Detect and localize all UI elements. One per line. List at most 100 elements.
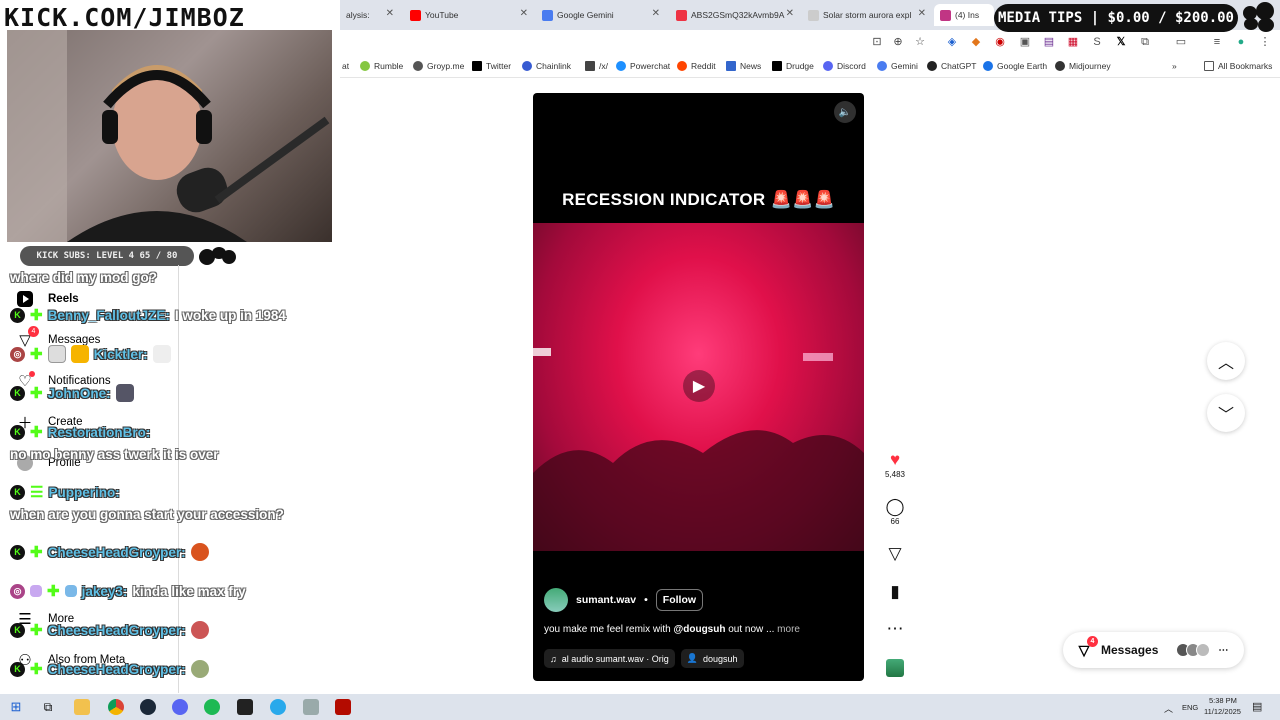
close-tab-icon[interactable]: ✕ [520,8,528,19]
extension-icon[interactable]: ◉ [993,35,1007,49]
bookmark-rumble[interactable]: Rumble [360,61,403,71]
extension-icon[interactable]: ▤ [1042,35,1056,49]
bookmark-chatgpt[interactable]: ChatGPT [927,61,976,71]
bookmark-google-earth[interactable]: Google Earth [983,61,1047,71]
next-reel-button[interactable]: ﹀ [1207,394,1245,432]
save-button[interactable]: ▮ [880,582,910,602]
sub-gem-icon: ✚ [30,424,43,441]
puzzle-icon[interactable]: ⧉ [1138,35,1152,49]
close-tab-icon[interactable]: ✕ [786,8,794,19]
previous-reel-button[interactable]: ︿ [1207,342,1245,380]
bookmark-powerchat[interactable]: Powerchat [616,61,670,71]
bookmark-icon: ▮ [890,582,900,601]
bookmark-chainlink[interactable]: Chainlink [522,61,571,71]
steam-icon[interactable] [140,699,156,715]
avatar[interactable] [544,588,568,612]
file-explorer-icon[interactable] [74,699,90,715]
close-tab-icon[interactable]: ✕ [918,8,926,19]
ellipsis-icon: ⋯ [886,619,904,638]
close-tab-icon[interactable]: ✕ [652,8,660,19]
tab-instagram[interactable]: (4) Ins [934,4,994,26]
like-button[interactable]: ♥ 5,483 [880,450,910,479]
reel-player[interactable]: 🔈 RECESSION INDICATOR 🚨🚨🚨 ▶ sumant.wav •… [533,93,864,681]
profile-icon[interactable]: ● [1234,35,1248,49]
tab-gemini[interactable]: Google Gemini ✕ [536,4,666,26]
boat-icon [1055,61,1065,71]
notifications-icon[interactable]: ▤ [1252,700,1262,713]
emote-icon [115,384,134,402]
comment-count: 66 [890,517,900,526]
extension-icon[interactable]: ▣ [1018,35,1032,49]
telegram-icon[interactable] [270,699,286,715]
ellipsis-icon[interactable]: ⋯ [1218,645,1228,656]
extension-icon[interactable]: S [1090,35,1104,49]
volume-icon[interactable]: 🔈 [834,101,856,123]
kebab-menu-icon[interactable]: ⋮ [1258,35,1272,49]
chat-message: K ☰ Pupperino: [10,483,120,501]
frog-icon [413,61,423,71]
all-bookmarks[interactable]: All Bookmarks [1204,61,1272,71]
more-link[interactable]: more [777,624,800,635]
close-tab-icon[interactable]: ✕ [386,8,394,19]
bookmark-drudge[interactable]: Drudge [772,61,814,71]
bookmark-1[interactable]: at [342,61,349,71]
bookmark-midjourney[interactable]: Midjourney [1055,61,1111,71]
clock-time[interactable]: 5:38 PM [1209,696,1237,705]
chrome-icon[interactable] [108,699,124,715]
chevron-down-icon: ﹀ [1217,407,1234,424]
more-options-button[interactable]: ⋯ [880,619,910,639]
send-icon: ▽ [888,544,902,563]
terminal-icon[interactable] [237,699,253,715]
tab-abs[interactable]: ABS2GSmQ32kAvmb9A ✕ [670,4,800,26]
tab-solar-storm[interactable]: Solar storm aurora expl ✕ [802,4,932,26]
bookmark-gemini[interactable]: Gemini [877,61,918,71]
bookmarks-overflow-icon[interactable]: » [1172,61,1177,71]
bookmark-news[interactable]: News [726,61,761,71]
bookmark-x[interactable]: /x/ [585,61,608,71]
reddit-icon [677,61,687,71]
mention-link[interactable]: @dougsuh [674,624,726,635]
discord-icon[interactable] [172,699,188,715]
tray-chevron-icon[interactable]: ︿ [1164,702,1173,715]
avatar [1196,643,1211,657]
spotify-icon[interactable] [204,699,220,715]
comment-button[interactable]: ◯ 66 [880,497,910,526]
clock-date[interactable]: 11/12/2025 [1204,707,1241,716]
tab-youtube[interactable]: YouTube ✕ [404,4,534,26]
bookmark-groyp[interactable]: Groyp.me [413,61,464,71]
tab-1[interactable]: alysis: ✕ [340,4,400,26]
heart-filled-icon: ♥ [889,450,901,469]
play-icon[interactable]: ▶ [683,370,715,402]
bookmark-reddit[interactable]: Reddit [677,61,716,71]
audio-thumbnail[interactable] [880,659,910,679]
language-indicator[interactable]: ENG [1182,703,1198,712]
follow-button[interactable]: Follow [655,589,704,611]
x-icon[interactable]: 𝕏 [1114,35,1128,49]
menu-icon[interactable]: ≡ [1210,35,1224,49]
metamask-icon[interactable]: ◆ [969,35,983,49]
star-icon[interactable]: ☆ [913,35,927,49]
reel-caption: you make me feel remix with @dougsuh out… [544,624,800,635]
zoom-icon[interactable]: ⊕ [891,35,905,49]
badge-icon: ◎ [10,346,25,362]
tagged-user-pill[interactable]: 👤 dougsuh [680,649,744,668]
windows-start-icon[interactable]: ⊞ [8,699,24,715]
audio-pill[interactable]: ♫ al audio sumant.wav · Orig [544,649,675,668]
bookmark-twitter[interactable]: Twitter [472,61,511,71]
kick-badge-icon: K [10,484,25,500]
adobe-icon[interactable] [335,699,351,715]
app-icon[interactable] [303,699,319,715]
install-icon[interactable]: ⊡ [870,35,884,49]
extension-icon[interactable]: ▦ [1066,35,1080,49]
sword-icon [64,585,77,597]
author-name[interactable]: sumant.wav [576,594,636,606]
webcam-feed [7,30,332,242]
bookmarks-bar: at Rumble Groyp.me Twitter Chainlink /x/… [340,56,1280,78]
sidebar-icon[interactable]: ▭ [1174,35,1188,49]
share-button[interactable]: ▽ [880,544,910,564]
instagram-icon [940,9,951,21]
bookmark-discord[interactable]: Discord [823,61,866,71]
extension-icon[interactable]: ◈ [945,35,959,49]
messages-floating-button[interactable]: ▽ 4 Messages ⋯ [1063,632,1244,668]
task-view-icon[interactable]: ⧉ [40,699,56,715]
